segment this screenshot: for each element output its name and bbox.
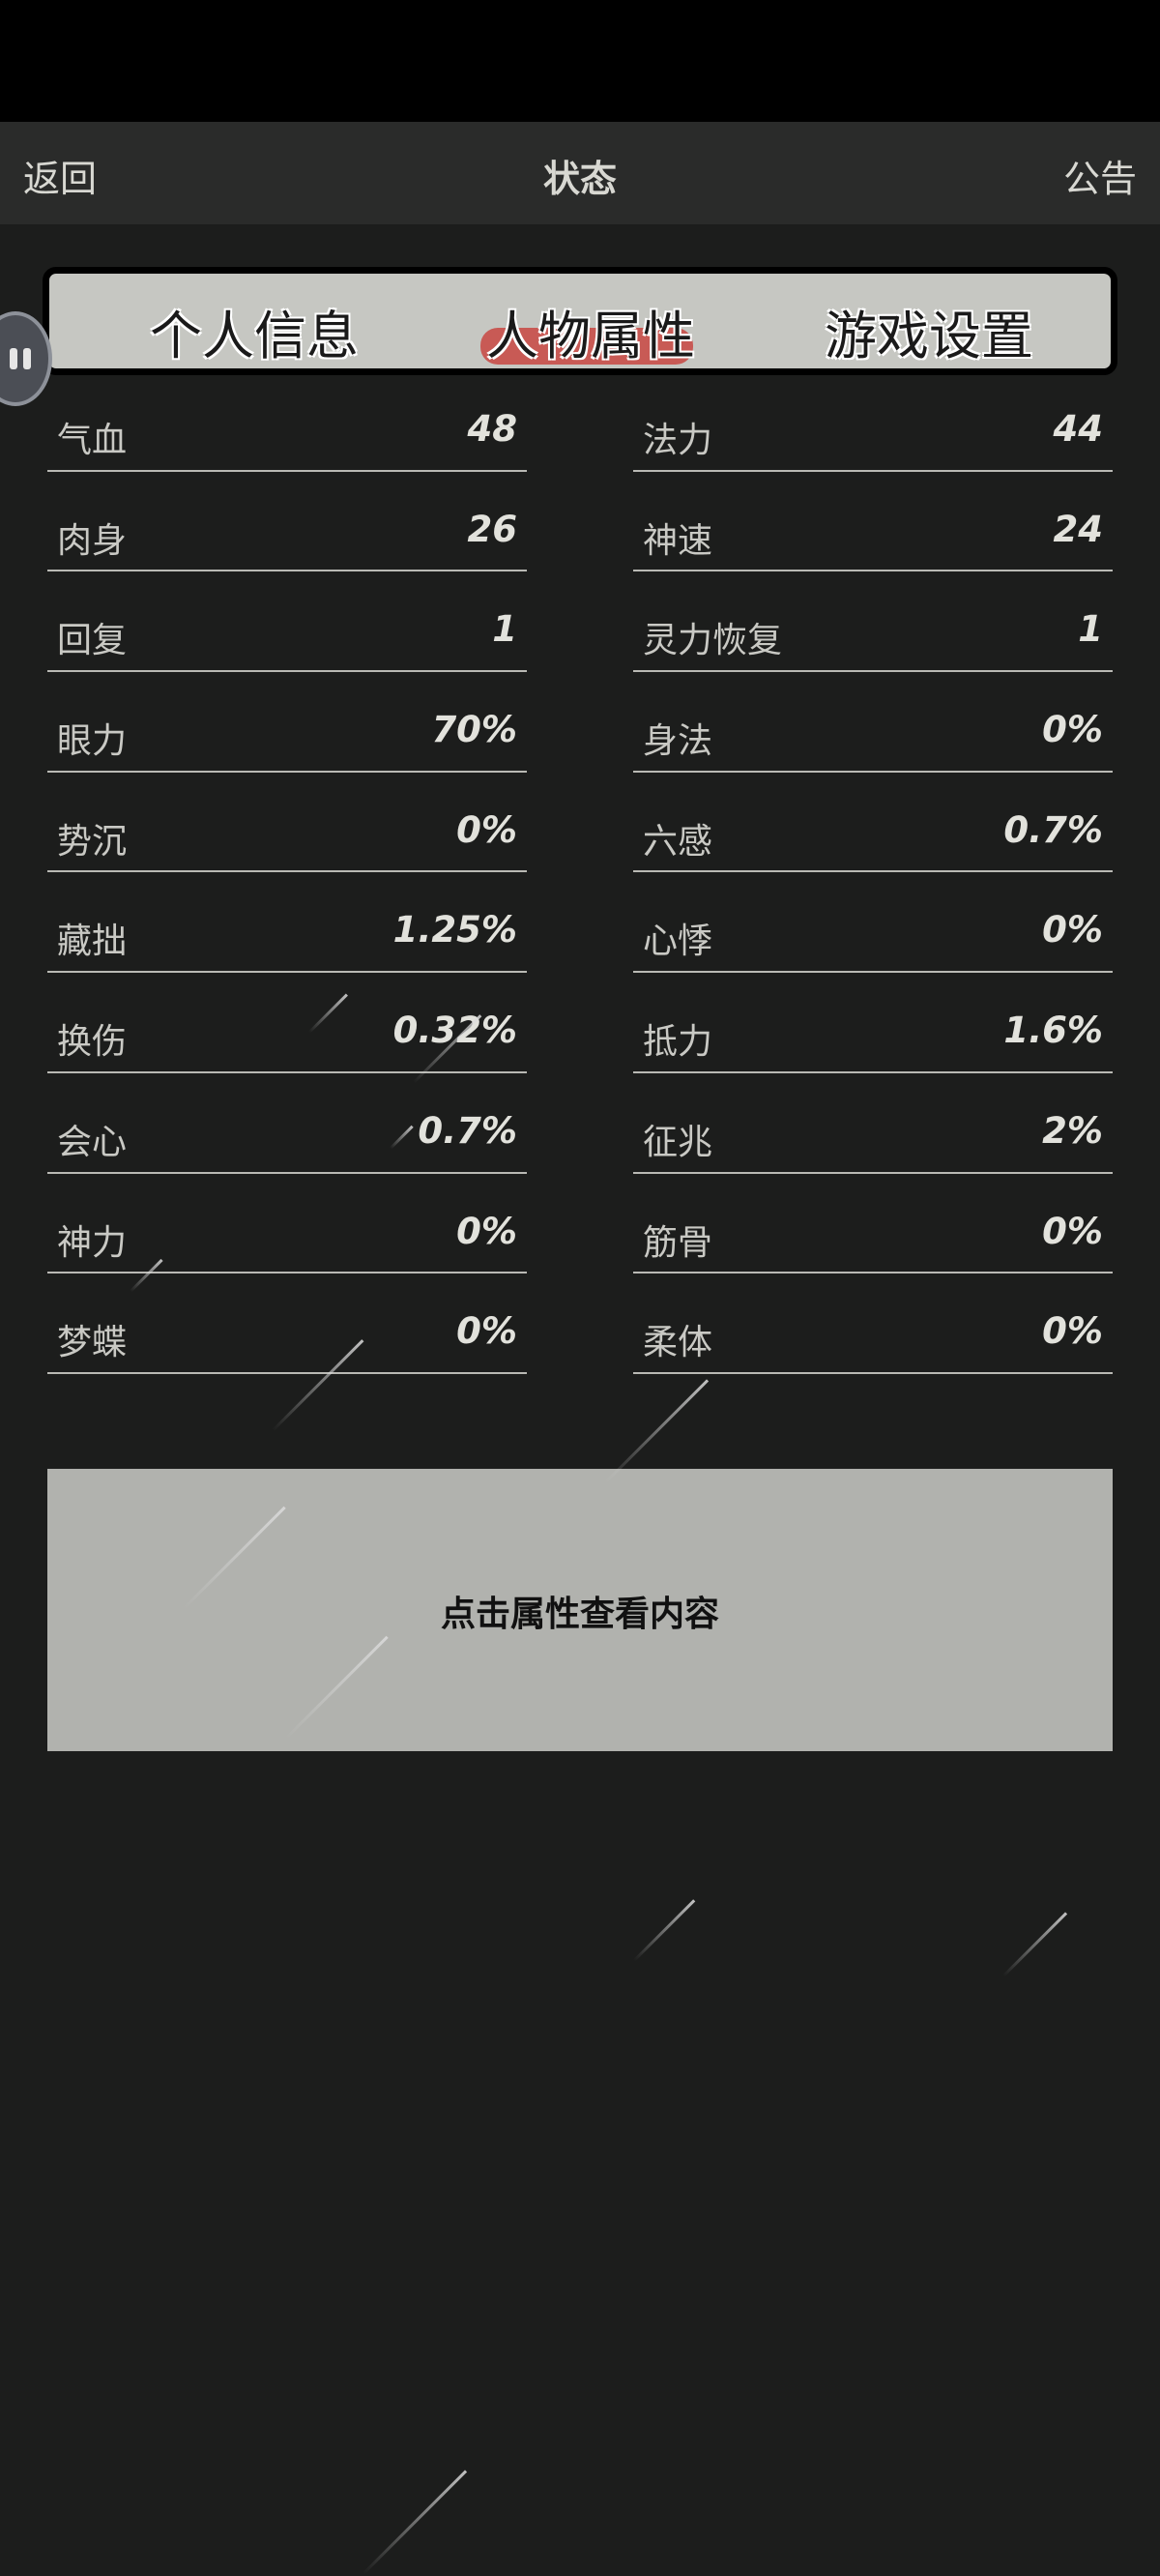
attribute-name: 灵力恢复 <box>643 621 783 661</box>
attribute-row[interactable]: 换伤 0.32% <box>47 973 527 1073</box>
notice-button[interactable]: 公告 <box>1063 149 1137 202</box>
attribute-value: 0% <box>456 808 517 851</box>
attribute-name: 神力 <box>57 1222 128 1263</box>
attribute-row[interactable]: 筋骨 0% <box>633 1174 1113 1274</box>
attribute-name: 眼力 <box>57 721 128 762</box>
pause-bar <box>10 348 17 369</box>
attribute-row[interactable]: 眼力 70% <box>47 672 527 773</box>
attribute-value: 44 <box>1053 408 1104 450</box>
background-streak <box>632 1899 696 1962</box>
attribute-name: 筋骨 <box>643 1222 713 1263</box>
tab-personal-info[interactable]: 个人信息 <box>150 293 359 369</box>
attribute-name: 法力 <box>643 421 713 460</box>
attribute-name: 势沉 <box>57 821 128 862</box>
attribute-name: 肉身 <box>57 520 128 561</box>
attribute-name: 征兆 <box>643 1122 713 1162</box>
tab-label: 人物属性 <box>486 306 695 366</box>
attribute-row[interactable]: 抵力 1.6% <box>633 973 1113 1073</box>
attribute-value: 0% <box>1042 1210 1103 1252</box>
attribute-value: 2% <box>1042 1109 1103 1152</box>
attribute-row[interactable]: 法力 44 <box>633 371 1113 472</box>
attribute-row[interactable]: 征兆 2% <box>633 1073 1113 1174</box>
attribute-value: 70% <box>431 709 517 751</box>
attribute-value: 1.25% <box>392 909 517 951</box>
attribute-name: 柔体 <box>643 1323 713 1363</box>
attribute-list-right: 法力 44 神速 24 灵力恢复 1 身法 0% 六感 0.7% 心悸 0% 抵力 1.6% … <box>633 371 1113 1374</box>
attribute-row[interactable]: 心悸 0% <box>633 872 1113 974</box>
attribute-detail-box: 点击属性查看内容 <box>47 1469 1113 1751</box>
attribute-value: 48 <box>467 408 518 450</box>
attribute-value: 1 <box>492 608 517 651</box>
attribute-value: 0% <box>1042 909 1103 951</box>
attribute-row[interactable]: 气血 48 <box>47 371 527 472</box>
attribute-value: 0% <box>1042 709 1103 751</box>
background-streak <box>1001 1912 1068 1977</box>
attribute-name: 心悸 <box>643 922 713 962</box>
page-title: 状态 <box>542 158 617 200</box>
attribute-value: 0% <box>456 1310 517 1353</box>
attribute-row[interactable]: 回复 1 <box>47 571 527 673</box>
attribute-row[interactable]: 梦蝶 0% <box>47 1273 527 1374</box>
attribute-list-left: 气血 48 肉身 26 回复 1 眼力 70% 势沉 0% 藏拙 1.25% 换伤 0.32%… <box>47 371 527 1374</box>
background-streak <box>362 2470 468 2575</box>
attribute-row[interactable]: 神速 24 <box>633 472 1113 572</box>
attribute-value: 0.7% <box>1003 808 1103 851</box>
attribute-name: 梦蝶 <box>57 1323 128 1363</box>
attribute-value: 1 <box>1078 608 1103 651</box>
tab-bar: 个人信息 人物属性 游戏设置 <box>43 267 1117 375</box>
pause-bar <box>23 348 31 369</box>
top-nav: 返回 状态 公告 <box>0 122 1160 224</box>
attribute-row[interactable]: 藏拙 1.25% <box>47 872 527 974</box>
attribute-row[interactable]: 六感 0.7% <box>633 773 1113 873</box>
attribute-value: 0% <box>456 1210 517 1252</box>
detail-hint: 点击属性查看内容 <box>440 1595 719 1634</box>
attribute-name: 回复 <box>57 621 128 661</box>
attribute-name: 六感 <box>643 821 713 862</box>
attribute-row[interactable]: 会心 0.7% <box>47 1073 527 1174</box>
status-bar <box>0 0 1160 122</box>
attribute-value: 24 <box>1053 508 1104 550</box>
attribute-name: 身法 <box>643 721 713 762</box>
tab-character-attributes[interactable]: 人物属性 <box>480 293 695 369</box>
attribute-row[interactable]: 灵力恢复 1 <box>633 571 1113 673</box>
attribute-value: 0.7% <box>418 1109 517 1152</box>
attribute-name: 换伤 <box>57 1022 128 1063</box>
attribute-name: 神速 <box>643 520 713 561</box>
attribute-value: 0% <box>1042 1310 1103 1353</box>
attribute-row[interactable]: 神力 0% <box>47 1174 527 1274</box>
attribute-value: 1.6% <box>1003 1010 1103 1052</box>
attribute-name: 藏拙 <box>57 922 128 962</box>
attribute-value: 0.32% <box>392 1010 517 1052</box>
attribute-row[interactable]: 势沉 0% <box>47 773 527 873</box>
tab-game-settings[interactable]: 游戏设置 <box>825 293 1033 369</box>
attribute-row[interactable]: 肉身 26 <box>47 472 527 572</box>
attribute-row[interactable]: 身法 0% <box>633 672 1113 773</box>
tab-label: 游戏设置 <box>825 306 1033 366</box>
attribute-row[interactable]: 柔体 0% <box>633 1273 1113 1374</box>
tab-label: 个人信息 <box>150 306 359 366</box>
attribute-name: 会心 <box>57 1122 128 1162</box>
attribute-name: 气血 <box>57 421 128 460</box>
attribute-value: 26 <box>467 508 518 550</box>
attribute-name: 抵力 <box>643 1022 713 1063</box>
